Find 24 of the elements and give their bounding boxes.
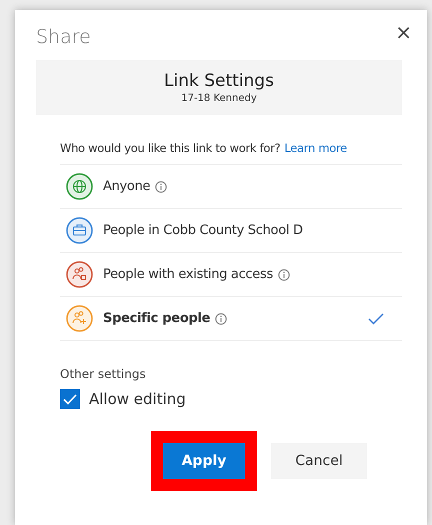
header-subtitle: 17-18 Kennedy [181, 93, 257, 104]
link-option[interactable]: Anyone [60, 165, 402, 209]
cancel-button[interactable]: Cancel [271, 443, 367, 479]
header-title: Link Settings [164, 71, 274, 91]
question-text: Who would you like this link to work for? [60, 141, 280, 155]
option-label: Anyone [103, 179, 150, 194]
info-icon[interactable] [215, 312, 228, 324]
option-label: Specific people [103, 311, 210, 326]
option-label: People with existing access [103, 267, 273, 282]
checkbox[interactable] [60, 389, 80, 409]
section-heading: Other settings [60, 367, 147, 381]
check-icon [63, 394, 77, 404]
link-option[interactable]: Specific people [60, 297, 402, 341]
check-icon [368, 313, 384, 325]
info-icon[interactable] [155, 180, 168, 192]
learn-more-link[interactable]: Learn more [284, 141, 347, 155]
link-option[interactable]: People in Cobb County School D [60, 209, 402, 253]
option-label: People in Cobb County School D [103, 223, 303, 238]
apply-button[interactable]: Apply [163, 443, 245, 479]
link-option[interactable]: People with existing access [60, 253, 402, 297]
dialog-title: Share [36, 26, 91, 48]
close-button[interactable]: × [395, 22, 412, 42]
info-icon[interactable] [278, 268, 290, 280]
checkbox-label: Allow editing [89, 390, 186, 408]
